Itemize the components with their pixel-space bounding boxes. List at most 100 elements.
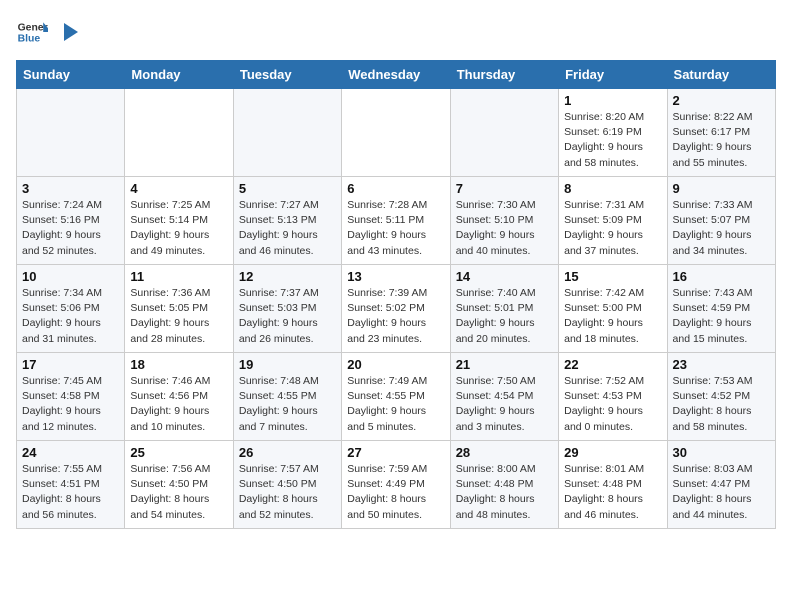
calendar-cell: 12 Sunrise: 7:37 AM Sunset: 5:03 PM Dayli… [233,265,341,353]
day-number: 6 [347,181,444,196]
day-number: 2 [673,93,770,108]
day-number: 8 [564,181,661,196]
day-number: 28 [456,445,553,460]
calendar-cell: 15 Sunrise: 7:42 AM Sunset: 5:00 PM Dayli… [559,265,667,353]
day-number: 17 [22,357,119,372]
day-info: Sunrise: 7:45 AM Sunset: 4:58 PM Dayligh… [22,374,119,435]
calendar-cell: 9 Sunrise: 7:33 AM Sunset: 5:07 PM Daylig… [667,177,775,265]
calendar-cell: 13 Sunrise: 7:39 AM Sunset: 5:02 PM Dayli… [342,265,450,353]
day-number: 14 [456,269,553,284]
day-number: 11 [130,269,227,284]
calendar-week-row: 3 Sunrise: 7:24 AM Sunset: 5:16 PM Daylig… [17,177,776,265]
calendar-cell: 21 Sunrise: 7:50 AM Sunset: 4:54 PM Dayli… [450,353,558,441]
day-number: 3 [22,181,119,196]
calendar-cell: 7 Sunrise: 7:30 AM Sunset: 5:10 PM Daylig… [450,177,558,265]
day-number: 12 [239,269,336,284]
column-header-saturday: Saturday [667,61,775,89]
day-info: Sunrise: 7:52 AM Sunset: 4:53 PM Dayligh… [564,374,661,435]
column-header-tuesday: Tuesday [233,61,341,89]
calendar-cell: 16 Sunrise: 7:43 AM Sunset: 4:59 PM Dayli… [667,265,775,353]
calendar-cell: 5 Sunrise: 7:27 AM Sunset: 5:13 PM Daylig… [233,177,341,265]
calendar-table: SundayMondayTuesdayWednesdayThursdayFrid… [16,60,776,529]
day-info: Sunrise: 7:53 AM Sunset: 4:52 PM Dayligh… [673,374,770,435]
column-header-sunday: Sunday [17,61,125,89]
day-info: Sunrise: 7:36 AM Sunset: 5:05 PM Dayligh… [130,286,227,347]
calendar-cell: 26 Sunrise: 7:57 AM Sunset: 4:50 PM Dayli… [233,441,341,529]
calendar-cell: 30 Sunrise: 8:03 AM Sunset: 4:47 PM Dayli… [667,441,775,529]
calendar-cell: 25 Sunrise: 7:56 AM Sunset: 4:50 PM Dayli… [125,441,233,529]
calendar-cell [342,89,450,177]
calendar-cell: 20 Sunrise: 7:49 AM Sunset: 4:55 PM Dayli… [342,353,450,441]
day-info: Sunrise: 7:37 AM Sunset: 5:03 PM Dayligh… [239,286,336,347]
day-info: Sunrise: 7:48 AM Sunset: 4:55 PM Dayligh… [239,374,336,435]
day-info: Sunrise: 7:33 AM Sunset: 5:07 PM Dayligh… [673,198,770,259]
day-info: Sunrise: 7:50 AM Sunset: 4:54 PM Dayligh… [456,374,553,435]
day-number: 25 [130,445,227,460]
day-number: 7 [456,181,553,196]
calendar-cell: 28 Sunrise: 8:00 AM Sunset: 4:48 PM Dayli… [450,441,558,529]
logo-icon: General Blue [16,16,48,48]
day-number: 20 [347,357,444,372]
day-number: 9 [673,181,770,196]
day-number: 22 [564,357,661,372]
day-number: 26 [239,445,336,460]
calendar-header-row: SundayMondayTuesdayWednesdayThursdayFrid… [17,61,776,89]
calendar-cell: 4 Sunrise: 7:25 AM Sunset: 5:14 PM Daylig… [125,177,233,265]
calendar-cell [125,89,233,177]
calendar-cell [450,89,558,177]
calendar-cell: 11 Sunrise: 7:36 AM Sunset: 5:05 PM Dayli… [125,265,233,353]
logo-triangle-icon [56,21,78,43]
day-number: 16 [673,269,770,284]
day-info: Sunrise: 7:28 AM Sunset: 5:11 PM Dayligh… [347,198,444,259]
calendar-week-row: 17 Sunrise: 7:45 AM Sunset: 4:58 PM Dayli… [17,353,776,441]
calendar-week-row: 10 Sunrise: 7:34 AM Sunset: 5:06 PM Dayli… [17,265,776,353]
calendar-cell: 3 Sunrise: 7:24 AM Sunset: 5:16 PM Daylig… [17,177,125,265]
day-info: Sunrise: 7:34 AM Sunset: 5:06 PM Dayligh… [22,286,119,347]
day-number: 13 [347,269,444,284]
day-number: 21 [456,357,553,372]
day-number: 10 [22,269,119,284]
column-header-thursday: Thursday [450,61,558,89]
day-number: 5 [239,181,336,196]
logo: General Blue [16,16,78,48]
day-info: Sunrise: 8:03 AM Sunset: 4:47 PM Dayligh… [673,462,770,523]
day-info: Sunrise: 7:46 AM Sunset: 4:56 PM Dayligh… [130,374,227,435]
calendar-cell: 22 Sunrise: 7:52 AM Sunset: 4:53 PM Dayli… [559,353,667,441]
day-info: Sunrise: 7:43 AM Sunset: 4:59 PM Dayligh… [673,286,770,347]
calendar-cell: 17 Sunrise: 7:45 AM Sunset: 4:58 PM Dayli… [17,353,125,441]
calendar-cell: 23 Sunrise: 7:53 AM Sunset: 4:52 PM Dayli… [667,353,775,441]
day-info: Sunrise: 7:24 AM Sunset: 5:16 PM Dayligh… [22,198,119,259]
calendar-cell: 18Sunrise: 7:46 AM Sunset: 4:56 PM Dayli… [125,353,233,441]
svg-text:Blue: Blue [18,34,41,45]
day-info: Sunrise: 7:27 AM Sunset: 5:13 PM Dayligh… [239,198,336,259]
calendar-cell: 19Sunrise: 7:48 AM Sunset: 4:55 PM Dayli… [233,353,341,441]
day-number: 30 [673,445,770,460]
day-info: Sunrise: 7:42 AM Sunset: 5:00 PM Dayligh… [564,286,661,347]
day-info: Sunrise: 8:20 AM Sunset: 6:19 PM Dayligh… [564,110,661,171]
day-info: Sunrise: 8:22 AM Sunset: 6:17 PM Dayligh… [673,110,770,171]
day-number: 1 [564,93,661,108]
day-info: Sunrise: 7:59 AM Sunset: 4:49 PM Dayligh… [347,462,444,523]
calendar-week-row: 24 Sunrise: 7:55 AM Sunset: 4:51 PM Dayli… [17,441,776,529]
column-header-wednesday: Wednesday [342,61,450,89]
day-info: Sunrise: 7:55 AM Sunset: 4:51 PM Dayligh… [22,462,119,523]
day-info: Sunrise: 8:01 AM Sunset: 4:48 PM Dayligh… [564,462,661,523]
day-number: 4 [130,181,227,196]
day-info: Sunrise: 7:25 AM Sunset: 5:14 PM Dayligh… [130,198,227,259]
day-info: Sunrise: 7:49 AM Sunset: 4:55 PM Dayligh… [347,374,444,435]
day-info: Sunrise: 8:00 AM Sunset: 4:48 PM Dayligh… [456,462,553,523]
day-number: 24 [22,445,119,460]
day-number: 15 [564,269,661,284]
day-info: Sunrise: 7:40 AM Sunset: 5:01 PM Dayligh… [456,286,553,347]
calendar-cell: 27Sunrise: 7:59 AM Sunset: 4:49 PM Dayli… [342,441,450,529]
calendar-cell: 1 Sunrise: 8:20 AM Sunset: 6:19 PM Daylig… [559,89,667,177]
day-info: Sunrise: 7:56 AM Sunset: 4:50 PM Dayligh… [130,462,227,523]
calendar-cell: 8 Sunrise: 7:31 AM Sunset: 5:09 PM Daylig… [559,177,667,265]
day-info: Sunrise: 7:31 AM Sunset: 5:09 PM Dayligh… [564,198,661,259]
day-info: Sunrise: 7:30 AM Sunset: 5:10 PM Dayligh… [456,198,553,259]
calendar-cell [233,89,341,177]
calendar-cell: 29Sunrise: 8:01 AM Sunset: 4:48 PM Dayli… [559,441,667,529]
day-info: Sunrise: 7:57 AM Sunset: 4:50 PM Dayligh… [239,462,336,523]
day-number: 23 [673,357,770,372]
day-info: Sunrise: 7:39 AM Sunset: 5:02 PM Dayligh… [347,286,444,347]
